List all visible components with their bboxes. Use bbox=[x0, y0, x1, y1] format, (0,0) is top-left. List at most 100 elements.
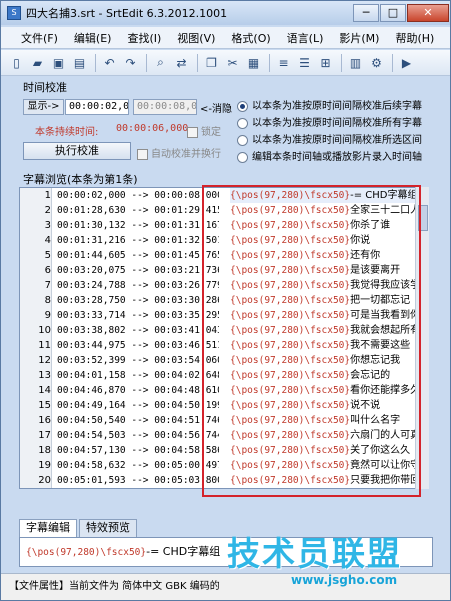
row-timecode: 00:04:01,158 --> 00:04:02,648 bbox=[57, 370, 219, 381]
row-number: 3 bbox=[20, 218, 52, 233]
row-timecode: 00:03:20,075 --> 00:03:21,736 bbox=[57, 265, 219, 276]
row-number: 10 bbox=[20, 323, 52, 338]
title-bar: S 四大名捕3.srt - SrtEdit 6.3.2012.1001 ─ □ … bbox=[1, 1, 450, 25]
toolbar-separator bbox=[392, 53, 393, 72]
row-timecode: 00:04:50,540 --> 00:04:51,746 bbox=[57, 415, 219, 426]
toolbar: ▯ ▰ ▣ ▤ ↶ ↷ ⌕ ⇄ ❐ ✂ ▦ ≡ ☰ ⊞ ▥ ⚙ ▶ bbox=[1, 50, 450, 76]
new-file-icon[interactable]: ▯ bbox=[7, 53, 26, 72]
menu-bar: 文件(F) 编辑(E) 查找(I) 视图(V) 格式(O) 语言(L) 影片(M… bbox=[1, 27, 450, 49]
lock-checkbox[interactable]: 锁定 bbox=[187, 123, 221, 138]
row-timecode: 00:04:57,130 --> 00:04:58,586 bbox=[57, 445, 219, 456]
row-number: 8 bbox=[20, 293, 52, 308]
subtitle-list-label: 字幕浏览(本条为第1条) bbox=[23, 173, 138, 186]
row-number: 1 bbox=[20, 188, 52, 203]
row-timecode: 00:04:49,164 --> 00:04:50,199 bbox=[57, 400, 219, 411]
maximize-button[interactable]: □ bbox=[380, 4, 406, 22]
row-timecode: 00:03:24,788 --> 00:03:26,779 bbox=[57, 280, 219, 291]
copy-icon[interactable]: ❐ bbox=[202, 53, 221, 72]
cut-icon[interactable]: ✂ bbox=[223, 53, 242, 72]
menu-find[interactable]: 查找(I) bbox=[119, 30, 169, 46]
row-number: 11 bbox=[20, 338, 52, 353]
row-number: 20 bbox=[20, 473, 52, 488]
radio-calibrate-following[interactable]: 以本条为准按原时间间隔校准后续字幕 bbox=[237, 97, 422, 112]
insert-row-icon[interactable]: ≡ bbox=[274, 53, 293, 72]
start-time-input[interactable]: 00:00:02,000 bbox=[65, 99, 129, 115]
play-icon[interactable]: ▶ bbox=[397, 53, 416, 72]
row-timecode: 00:03:52,399 --> 00:03:54,060 bbox=[57, 355, 219, 366]
toolbar-separator bbox=[197, 53, 198, 72]
row-timecode: 00:03:33,714 --> 00:03:35,295 bbox=[57, 310, 219, 321]
find-icon[interactable]: ⌕ bbox=[151, 53, 170, 72]
row-number: 4 bbox=[20, 233, 52, 248]
row-number: 18 bbox=[20, 443, 52, 458]
toolbar-separator bbox=[341, 53, 342, 72]
row-timecode: 00:00:02,000 --> 00:00:08,000 bbox=[57, 190, 219, 201]
row-number: 2 bbox=[20, 203, 52, 218]
merge-icon[interactable]: ⊞ bbox=[316, 53, 335, 72]
row-timecode: 00:04:46,870 --> 00:04:48,610 bbox=[57, 385, 219, 396]
row-number: 6 bbox=[20, 263, 52, 278]
menu-movie[interactable]: 影片(M) bbox=[331, 30, 387, 46]
row-number: 17 bbox=[20, 428, 52, 443]
show-label: 显示-> bbox=[23, 99, 64, 115]
delete-row-icon[interactable]: ☰ bbox=[295, 53, 314, 72]
row-number: 15 bbox=[20, 398, 52, 413]
row-number: 12 bbox=[20, 353, 52, 368]
menu-help[interactable]: 帮助(H) bbox=[387, 30, 442, 46]
menu-format[interactable]: 格式(O) bbox=[223, 30, 278, 46]
row-timecode: 00:01:30,132 --> 00:01:31,167 bbox=[57, 220, 219, 231]
settings-icon[interactable]: ⚙ bbox=[367, 53, 386, 72]
row-timecode: 00:03:28,750 --> 00:03:30,286 bbox=[57, 295, 219, 306]
row-number: 16 bbox=[20, 413, 52, 428]
menu-edit[interactable]: 编辑(E) bbox=[66, 30, 120, 46]
undo-icon[interactable]: ↶ bbox=[100, 53, 119, 72]
row-timecode: 00:04:58,632 --> 00:05:00,497 bbox=[57, 460, 219, 471]
replace-icon[interactable]: ⇄ bbox=[172, 53, 191, 72]
row-number: 19 bbox=[20, 458, 52, 473]
menu-file[interactable]: 文件(F) bbox=[13, 30, 66, 46]
row-timecode: 00:03:38,802 --> 00:03:41,043 bbox=[57, 325, 219, 336]
execute-calibration-button[interactable]: 执行校准 bbox=[23, 142, 131, 160]
row-timecode: 00:04:54,503 --> 00:04:56,744 bbox=[57, 430, 219, 441]
app-window: S 四大名捕3.srt - SrtEdit 6.3.2012.1001 ─ □ … bbox=[0, 0, 451, 601]
row-number: 13 bbox=[20, 368, 52, 383]
watermark-url: www.jsgho.com bbox=[291, 573, 398, 587]
duration-label: 本条持续时间: bbox=[35, 127, 99, 138]
watermark-text: 技术员联盟 bbox=[227, 534, 402, 573]
menu-view[interactable]: 视图(V) bbox=[169, 30, 223, 46]
elapse-label: <-消隐 bbox=[200, 104, 232, 115]
list-icon[interactable]: ▥ bbox=[346, 53, 365, 72]
toolbar-separator bbox=[146, 53, 147, 72]
toolbar-separator bbox=[269, 53, 270, 72]
row-number: 7 bbox=[20, 278, 52, 293]
row-timecode: 00:05:01,593 --> 00:05:03,800 bbox=[57, 475, 219, 486]
paste-icon[interactable]: ▦ bbox=[244, 53, 263, 72]
auto-calibrate-checkbox[interactable]: 自动校准并换行 bbox=[137, 145, 221, 160]
highlight-box bbox=[202, 185, 421, 497]
radio-calibrate-all[interactable]: 以本条为准按原时间间隔校准所有字幕 bbox=[237, 114, 422, 129]
radio-calibrate-range[interactable]: 以本条为准按原时间间隔校准所选区间 bbox=[237, 131, 422, 146]
row-number: 14 bbox=[20, 383, 52, 398]
row-number: 5 bbox=[20, 248, 52, 263]
tab-effect-preview[interactable]: 特效预览 bbox=[79, 519, 137, 537]
save-icon[interactable]: ▣ bbox=[49, 53, 68, 72]
tab-subtitle-edit[interactable]: 字幕编辑 bbox=[19, 519, 77, 537]
close-button[interactable]: ✕ bbox=[407, 4, 449, 22]
app-icon: S bbox=[7, 6, 21, 20]
toolbar-separator bbox=[95, 53, 96, 72]
row-timecode: 00:01:28,630 --> 00:01:29,415 bbox=[57, 205, 219, 216]
window-title: 四大名捕3.srt - SrtEdit 6.3.2012.1001 bbox=[26, 7, 228, 20]
minimize-button[interactable]: ─ bbox=[353, 4, 379, 22]
redo-icon[interactable]: ↷ bbox=[121, 53, 140, 72]
save-all-icon[interactable]: ▤ bbox=[70, 53, 89, 72]
radio-edit-timeline[interactable]: 编辑本条时间轴或播放影片录入时间轴 bbox=[237, 148, 422, 163]
timing-group-title: 时间校准 bbox=[23, 81, 67, 94]
duration-value: 00:00:06,000 bbox=[116, 123, 189, 134]
editor-tabs: 字幕编辑 特效预览 bbox=[19, 519, 139, 537]
row-timecode: 00:01:31,216 --> 00:01:32,501 bbox=[57, 235, 219, 246]
open-folder-icon[interactable]: ▰ bbox=[28, 53, 47, 72]
menu-language[interactable]: 语言(L) bbox=[279, 30, 332, 46]
end-time-input[interactable]: 00:00:08,000 bbox=[133, 99, 197, 115]
row-number: 9 bbox=[20, 308, 52, 323]
row-timecode: 00:01:44,605 --> 00:01:45,765 bbox=[57, 250, 219, 261]
